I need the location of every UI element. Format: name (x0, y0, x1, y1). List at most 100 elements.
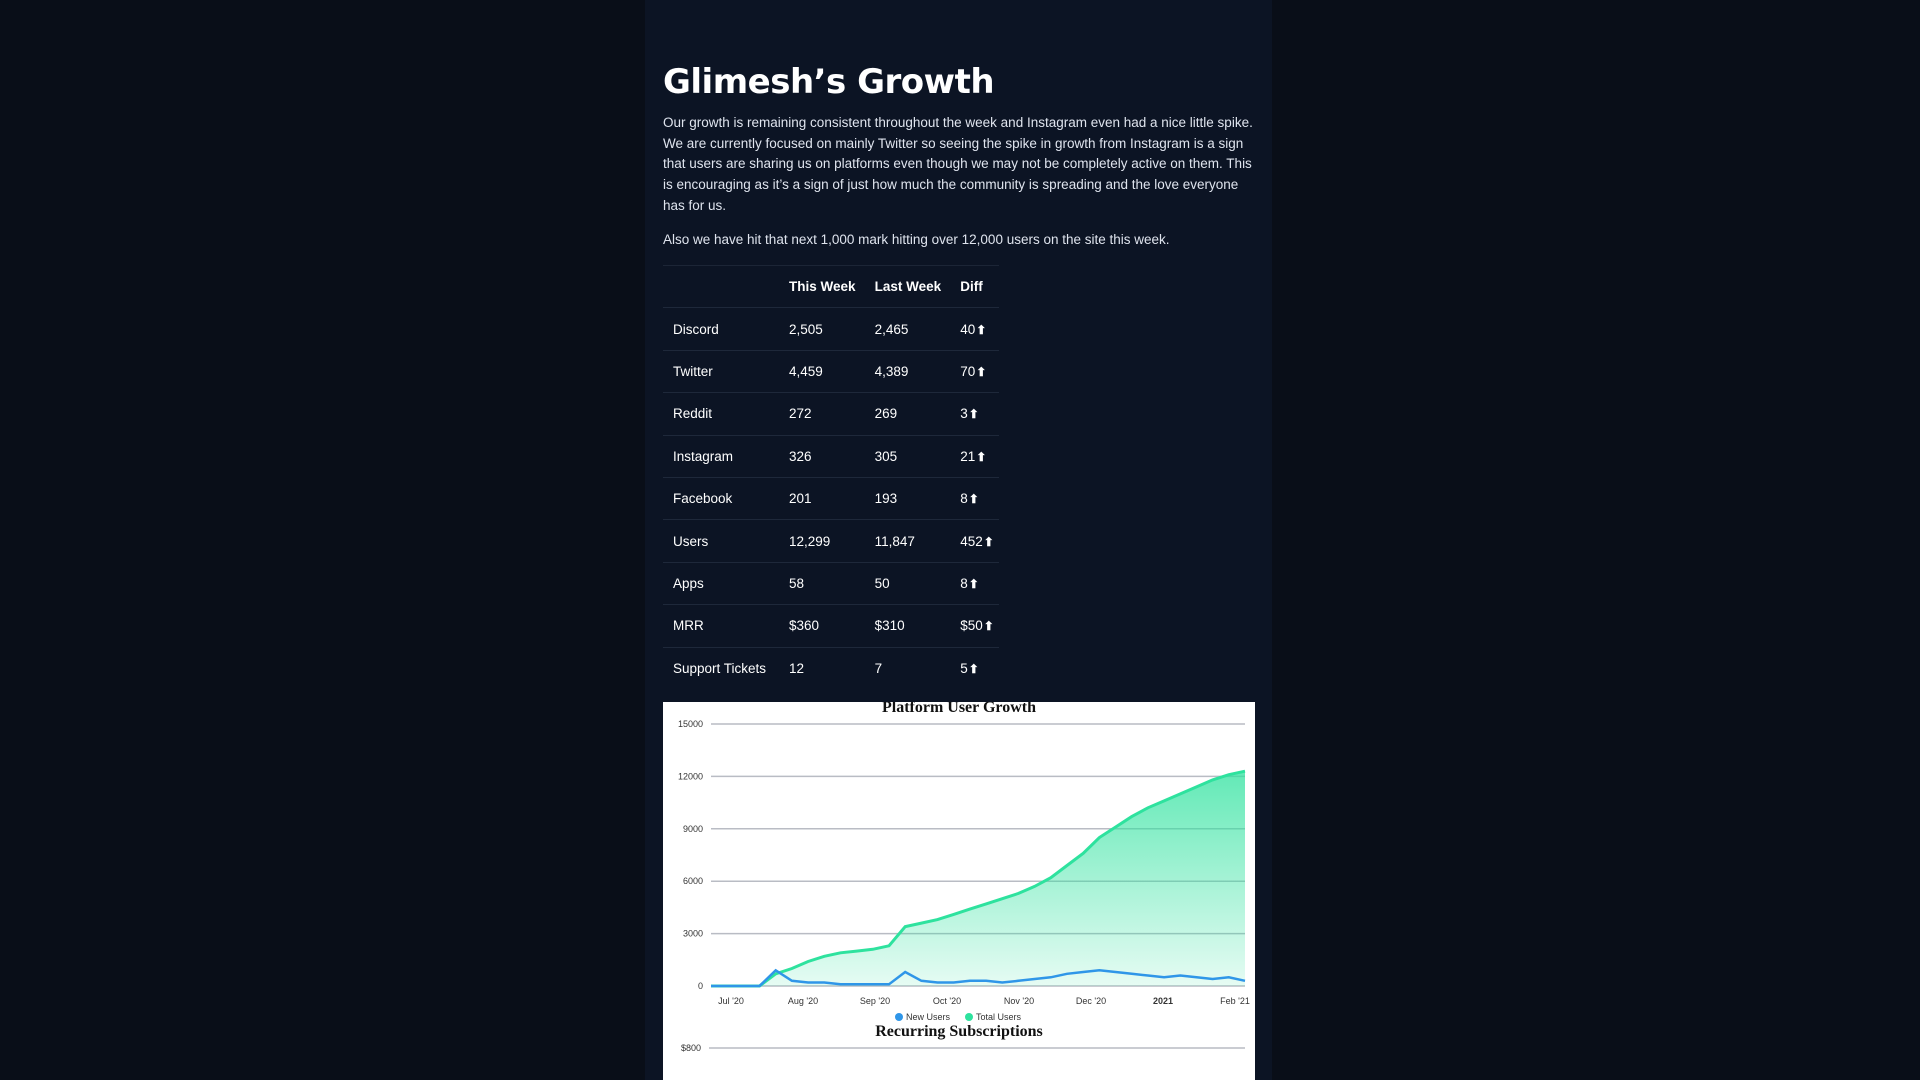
row-label: Instagram (663, 434, 779, 478)
chart-title-platform-user-growth: Platform User Growth (882, 702, 1036, 716)
diff-cell: 3⬆ (950, 392, 999, 436)
last-week-value: 7 (864, 646, 951, 689)
row-label: Users (663, 519, 779, 563)
y-tick-label: $800 (681, 1043, 701, 1053)
table-row: Discord 2,505 2,465 40⬆ (663, 307, 999, 351)
y-tick-label: 9000 (683, 824, 703, 834)
row-label: Apps (663, 561, 779, 605)
last-week-value: 269 (864, 392, 951, 436)
last-week-value: $310 (864, 604, 951, 648)
row-label: MRR (663, 604, 779, 648)
table-header-row: This Week Last Week Diff (663, 264, 999, 308)
table-row: Support Tickets 12 7 5⬆ (663, 646, 999, 689)
table-header-diff: Diff (950, 264, 999, 308)
x-tick-label: Nov '20 (1004, 996, 1034, 1006)
row-label: Support Tickets (663, 646, 779, 689)
x-tick-label: Dec '20 (1076, 996, 1106, 1006)
milestone-paragraph: Also we have hit that next 1,000 mark hi… (663, 232, 1170, 247)
table-row: Twitter 4,459 4,389 70⬆ (663, 349, 999, 393)
this-week-value: 12 (779, 646, 865, 689)
table-row: Apps 58 50 8⬆ (663, 561, 999, 605)
diff-value: 8 (960, 575, 968, 591)
growth-table: This Week Last Week Diff Discord 2,505 2… (663, 264, 999, 689)
diff-value: 3 (960, 406, 968, 422)
table-header-last-week: Last Week (864, 264, 951, 308)
growth-y-ticks: 15000 12000 9000 6000 3000 0 (678, 719, 703, 991)
table-row: Facebook 201 193 8⬆ (663, 476, 999, 520)
page-title: Glimesh’s Growth (663, 62, 995, 102)
diff-value: 21 (960, 448, 976, 464)
subs-axis: $800 (681, 1043, 1245, 1053)
diff-value: 452 (960, 533, 983, 549)
table-header-empty (663, 264, 779, 308)
up-arrow-icon: ⬆ (983, 534, 994, 549)
y-tick-label: 3000 (683, 929, 703, 939)
x-tick-label: Feb '21 (1220, 996, 1250, 1006)
diff-cell: 8⬆ (950, 561, 999, 605)
y-tick-label: 6000 (683, 876, 703, 886)
diff-value: 40 (960, 321, 976, 337)
diff-cell: 40⬆ (950, 307, 999, 351)
diff-cell: 452⬆ (950, 519, 999, 563)
growth-series (711, 769, 1246, 988)
this-week-value: 2,505 (779, 307, 865, 351)
row-label: Twitter (663, 349, 779, 393)
this-week-value: 272 (779, 392, 865, 436)
diff-cell: 70⬆ (950, 349, 999, 393)
x-tick-label: Aug '20 (788, 996, 818, 1006)
legend-label: New Users (906, 1012, 951, 1022)
this-week-value: $360 (779, 604, 865, 648)
this-week-value: 4,459 (779, 349, 865, 393)
y-tick-label: 0 (698, 981, 703, 991)
chart-title-recurring-subscriptions: Recurring Subscriptions (875, 1023, 1043, 1040)
row-label: Discord (663, 307, 779, 351)
diff-cell: $50⬆ (950, 604, 999, 648)
up-arrow-icon: ⬆ (968, 576, 979, 591)
x-tick-label: Jul '20 (718, 996, 744, 1006)
growth-legend: New Users Total Users (895, 1012, 1022, 1022)
table-row: Instagram 326 305 21⬆ (663, 434, 999, 478)
row-label: Facebook (663, 476, 779, 520)
this-week-value: 12,299 (779, 519, 865, 563)
up-arrow-icon: ⬆ (983, 619, 994, 634)
diff-value: 8 (960, 491, 968, 507)
diff-cell: 5⬆ (950, 646, 999, 689)
last-week-value: 2,465 (864, 307, 951, 351)
main-column: Glimesh’s Growth Our growth is remaining… (645, 0, 1272, 1080)
table-header-this-week: This Week (779, 264, 865, 308)
row-label: Reddit (663, 392, 779, 436)
this-week-value: 58 (779, 561, 865, 605)
diff-value: $50 (960, 618, 983, 634)
last-week-value: 50 (864, 561, 951, 605)
table-row: Reddit 272 269 3⬆ (663, 392, 999, 436)
y-tick-label: 12000 (678, 771, 703, 781)
charts-svg: Platform User Growth 15000 12000 9000 6000 3… (678, 702, 1250, 1053)
x-tick-label: Sep '20 (860, 996, 890, 1006)
growth-x-ticks: Jul '20 Aug '20 Sep '20 Oct '20 Nov '20 Dec '… (718, 996, 1250, 1006)
table-row: MRR $360 $310 $50⬆ (663, 604, 999, 648)
x-tick-label: 2021 (1153, 996, 1173, 1006)
last-week-value: 305 (864, 434, 951, 478)
intro-paragraph: Our growth is remaining consistent throu… (663, 115, 1253, 213)
diff-cell: 8⬆ (950, 476, 999, 520)
total-users-area (711, 771, 1245, 986)
y-tick-label: 15000 (678, 719, 703, 729)
last-week-value: 193 (864, 476, 951, 520)
chart-image-panel: Platform User Growth 15000 12000 9000 6000 3… (663, 702, 1255, 1080)
up-arrow-icon: ⬆ (968, 661, 979, 676)
this-week-value: 326 (779, 434, 865, 478)
legend-label: Total Users (976, 1012, 1022, 1022)
diff-value: 70 (960, 363, 976, 379)
legend-swatch (895, 1013, 903, 1021)
up-arrow-icon: ⬆ (976, 449, 987, 464)
up-arrow-icon: ⬆ (968, 492, 979, 507)
last-week-value: 11,847 (864, 519, 951, 563)
x-tick-label: Oct '20 (933, 996, 961, 1006)
up-arrow-icon: ⬆ (976, 364, 987, 379)
up-arrow-icon: ⬆ (968, 407, 979, 422)
legend-swatch (965, 1013, 973, 1021)
up-arrow-icon: ⬆ (976, 322, 987, 337)
this-week-value: 201 (779, 476, 865, 520)
diff-cell: 21⬆ (950, 434, 999, 478)
diff-value: 5 (960, 660, 968, 676)
